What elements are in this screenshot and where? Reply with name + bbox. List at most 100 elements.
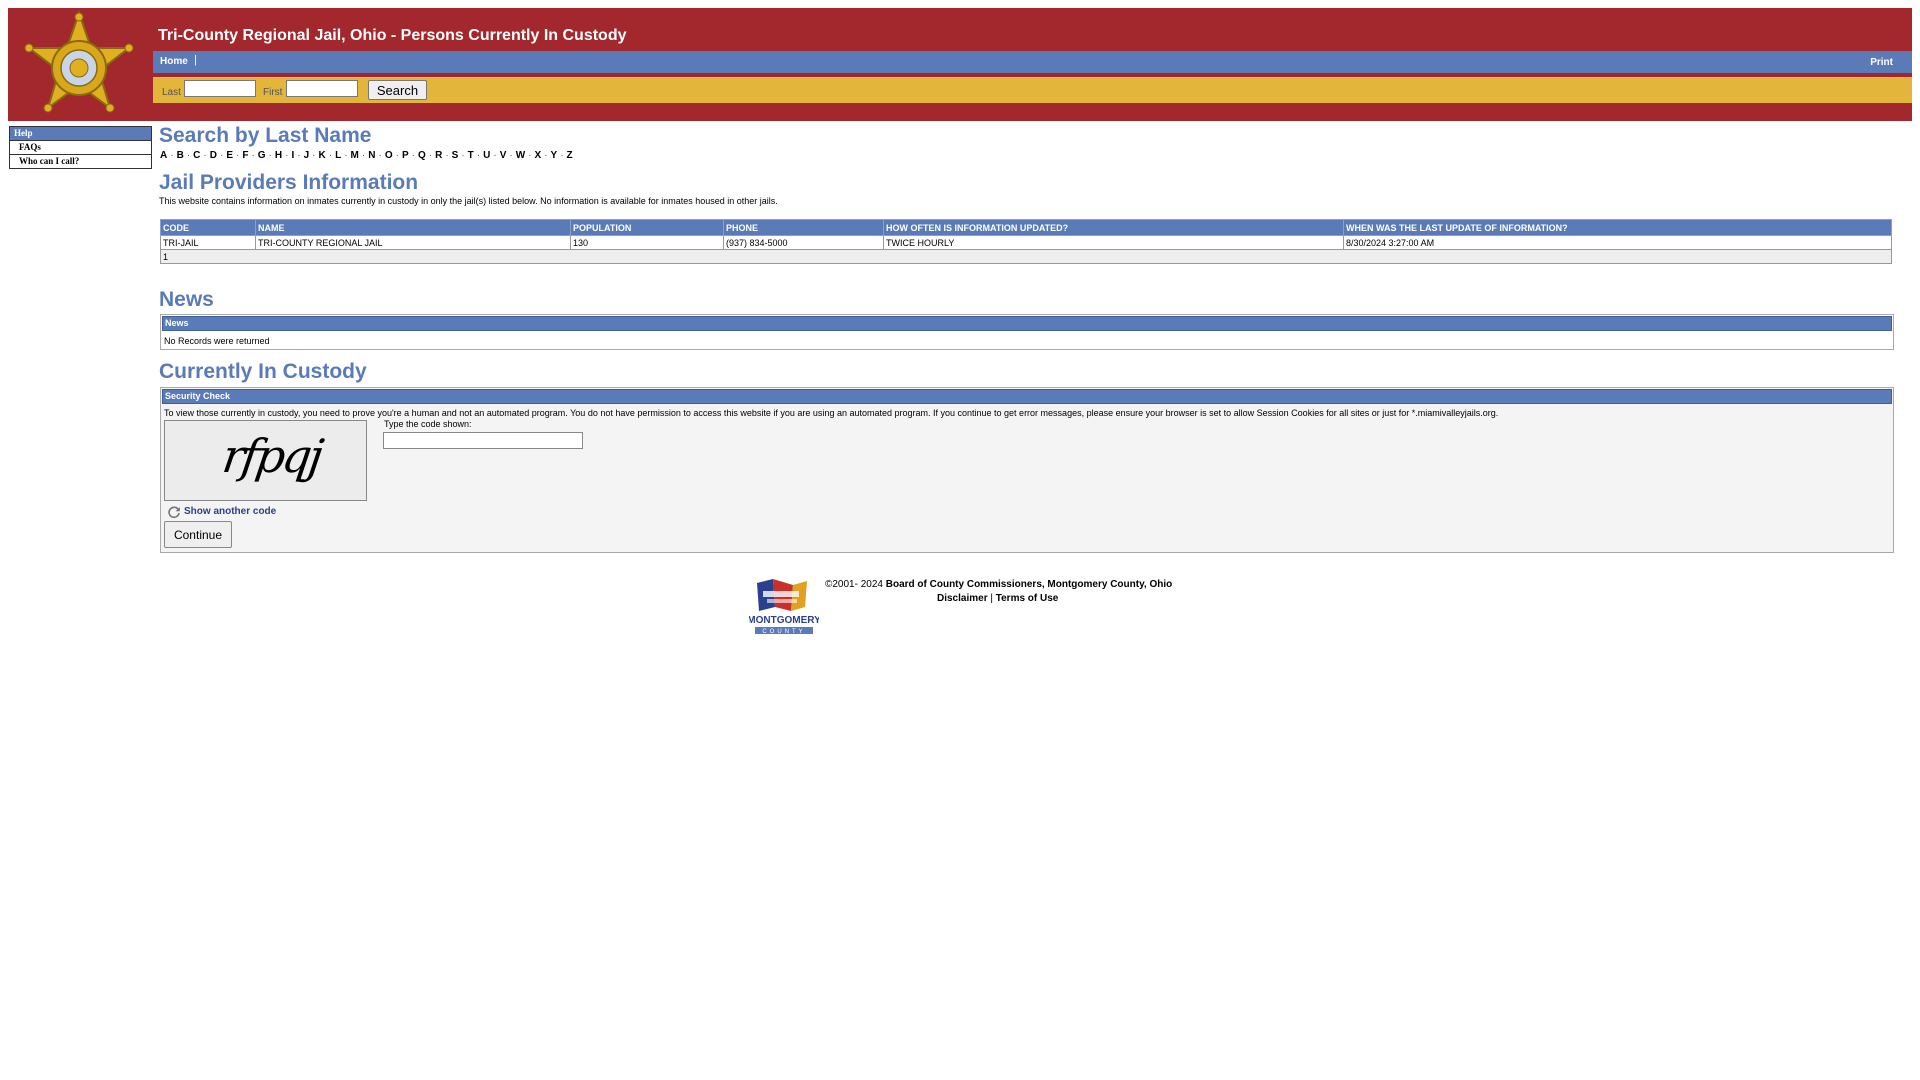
print-link[interactable]: Print [1870, 57, 1893, 68]
first-name-label: First [263, 87, 283, 98]
letter-link-k[interactable]: K [319, 150, 326, 161]
letter-link-h[interactable]: H [275, 150, 282, 161]
letter-link-j[interactable]: J [304, 150, 310, 161]
site-header: Tri-County Regional Jail, Ohio - Persons… [8, 8, 1912, 121]
disclaimer-link[interactable]: Disclaimer [937, 593, 988, 604]
footer-links: Disclaimer | Terms of Use [937, 593, 1058, 604]
letter-separator: · [251, 150, 255, 161]
show-another-code-link[interactable]: Show another code [184, 506, 276, 517]
captcha-image: rfpqj [164, 420, 367, 501]
table-pager-row: 1 [160, 249, 1892, 264]
letter-separator: · [395, 150, 399, 161]
county-commissioners-link[interactable]: Board of County Commissioners, Montgomer… [886, 579, 1173, 590]
jail-providers-description: This website contains information on inm… [159, 196, 778, 206]
column-header: NAME [255, 219, 571, 236]
letter-link-m[interactable]: M [351, 150, 359, 161]
letter-link-f[interactable]: F [242, 150, 248, 161]
sheriff-star-badge-icon [24, 10, 134, 113]
letter-separator: · [219, 150, 224, 161]
letter-link-o[interactable]: O [385, 150, 393, 161]
letter-separator: · [186, 150, 191, 161]
letter-separator: · [544, 150, 548, 161]
news-panel-header: News [162, 316, 1892, 331]
letter-link-w[interactable]: W [516, 150, 525, 161]
nav-home-link[interactable]: Home [160, 56, 188, 67]
search-bar: Last First Search [153, 77, 1912, 103]
montgomery-county-logo: MONTGOMERY COUNTY [749, 579, 819, 635]
letter-link-l[interactable]: L [335, 150, 341, 161]
letter-link-z[interactable]: Z [567, 150, 573, 161]
letter-separator: · [312, 150, 316, 161]
column-header: HOW OFTEN IS INFORMATION UPDATED? [883, 219, 1344, 236]
letter-link-r[interactable]: R [435, 150, 442, 161]
footer-separator: | [987, 593, 996, 604]
letter-link-i[interactable]: I [291, 150, 294, 161]
letter-link-a[interactable]: A [160, 150, 167, 161]
letter-separator: · [428, 150, 433, 161]
security-check-notice: To view those currently in custody, you … [164, 408, 1499, 418]
letter-link-g[interactable]: G [258, 150, 266, 161]
letter-link-d[interactable]: D [210, 150, 217, 161]
sidebar-item-who-can-i-call[interactable]: Who can I call? [10, 154, 151, 168]
letter-separator: · [461, 150, 465, 161]
letter-separator: · [344, 150, 348, 161]
letter-separator: · [285, 150, 289, 161]
letter-link-c[interactable]: C [193, 150, 200, 161]
jail-providers-heading: Jail Providers Information [159, 171, 419, 194]
column-header: CODE [160, 219, 256, 236]
letter-separator: · [445, 150, 449, 161]
letter-link-x[interactable]: X [535, 150, 542, 161]
letter-link-y[interactable]: Y [551, 150, 558, 161]
nav-bar: Home | Print [153, 51, 1912, 73]
letter-separator: · [509, 150, 513, 161]
table-cell: TWICE HOURLY [883, 235, 1344, 250]
table-cell: TRI-JAIL [160, 235, 256, 250]
letter-separator: · [297, 150, 301, 161]
nav-separator: | [194, 54, 197, 66]
letter-link-n[interactable]: N [368, 150, 375, 161]
letter-link-u[interactable]: U [483, 150, 490, 161]
first-name-input[interactable] [286, 80, 358, 97]
letter-separator: · [235, 150, 240, 161]
letter-link-q[interactable]: Q [418, 150, 426, 161]
continue-button[interactable]: Continue [164, 521, 232, 548]
last-name-label: Last [162, 87, 181, 98]
logo-text: MONTGOMERY [749, 615, 819, 626]
sidebar-item-faqs[interactable]: FAQs [10, 140, 151, 154]
letter-separator: · [268, 150, 272, 161]
terms-of-use-link[interactable]: Terms of Use [996, 593, 1059, 604]
search-button[interactable]: Search [368, 80, 427, 100]
page-title: Tri-County Regional Jail, Ohio - Persons… [158, 27, 627, 44]
table-header-row: CODE NAME POPULATION PHONE HOW OFTEN IS … [160, 219, 1892, 236]
last-name-input[interactable] [184, 80, 256, 97]
table-cell: TRI-COUNTY REGIONAL JAIL [255, 235, 571, 250]
currently-in-custody-heading: Currently In Custody [159, 360, 367, 383]
letter-link-e[interactable]: E [226, 150, 233, 161]
letter-separator: · [493, 150, 497, 161]
letter-separator: · [476, 150, 481, 161]
table-cell: (937) 834-5000 [723, 235, 884, 250]
sidebar-heading: Help [10, 127, 151, 140]
letter-separator: · [378, 150, 382, 161]
letter-link-t[interactable]: T [468, 150, 474, 161]
column-header: PHONE [723, 219, 884, 236]
help-sidebar: Help FAQs Who can I call? [9, 126, 152, 169]
refresh-icon[interactable] [167, 505, 181, 519]
letter-link-p[interactable]: P [402, 150, 409, 161]
news-panel: News No Records were returned [160, 314, 1894, 350]
security-check-header: Security Check [162, 389, 1892, 404]
letter-separator: · [411, 150, 415, 161]
page-number[interactable]: 1 [160, 249, 1892, 264]
jail-providers-table: CODE NAME POPULATION PHONE HOW OFTEN IS … [160, 219, 1892, 264]
copyright-text: ©2001- 2024 [825, 579, 886, 590]
captcha-code-text: rfpqj [219, 429, 324, 483]
letter-link-b[interactable]: B [177, 150, 184, 161]
table-cell: 8/30/2024 3:27:00 AM [1343, 235, 1892, 250]
letter-link-s[interactable]: S [452, 150, 459, 161]
captcha-input[interactable] [383, 432, 583, 449]
security-check-panel: Security Check To view those currently i… [160, 387, 1894, 553]
alphabet-index: A · B · C · D · E · F · G · H · I · J · K · L · M · N · O · P · Q · R · S · T ·… [160, 150, 573, 161]
logo-subtext: COUNTY [762, 629, 805, 635]
letter-link-v[interactable]: V [500, 150, 507, 161]
letter-separator: · [528, 150, 532, 161]
